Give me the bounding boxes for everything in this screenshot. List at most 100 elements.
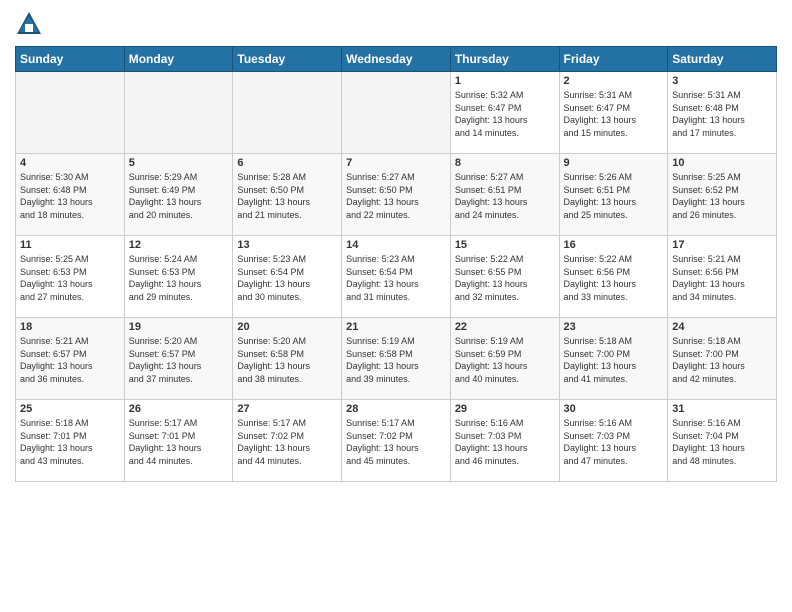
calendar-cell: 31Sunrise: 5:16 AM Sunset: 7:04 PM Dayli… [668,400,777,482]
calendar-cell: 11 Sunrise: 5:25 AM Sunset: 6:53 PM Dayli… [16,236,125,318]
calendar-cell: 20 Sunrise: 5:20 AM Sunset: 6:58 PM Dayli… [233,318,342,400]
calendar-cell: 8Sunrise: 5:27 AM Sunset: 6:51 PM Daylig… [450,154,559,236]
day-number: 27 [237,403,337,415]
day-info: Sunrise: 5:29 AM Sunset: 6:49 PM Dayligh… [129,171,229,221]
calendar-cell: 21Sunrise: 5:19 AM Sunset: 6:58 PM Dayli… [342,318,451,400]
calendar-cell: 5 Sunrise: 5:29 AM Sunset: 6:49 PM Daylig… [124,154,233,236]
weekday-header-sunday: Sunday [16,47,125,72]
day-info: Sunrise: 5:17 AM Sunset: 7:01 PM Dayligh… [129,417,229,467]
calendar-cell: 25 Sunrise: 5:18 AM Sunset: 7:01 PM Dayli… [16,400,125,482]
calendar-cell: 3Sunrise: 5:31 AM Sunset: 6:48 PM Daylig… [668,72,777,154]
weekday-header-friday: Friday [559,47,668,72]
day-info: Sunrise: 5:17 AM Sunset: 7:02 PM Dayligh… [346,417,446,467]
calendar-cell: 14 Sunrise: 5:23 AM Sunset: 6:54 PM Dayli… [342,236,451,318]
day-info: Sunrise: 5:19 AM Sunset: 6:58 PM Dayligh… [346,335,446,385]
day-info: Sunrise: 5:19 AM Sunset: 6:59 PM Dayligh… [455,335,555,385]
day-number: 25 [20,403,120,415]
calendar-cell: 6 Sunrise: 5:28 AM Sunset: 6:50 PM Daylig… [233,154,342,236]
day-number: 15 [455,239,555,251]
calendar-cell: 24 Sunrise: 5:18 AM Sunset: 7:00 PM Dayli… [668,318,777,400]
day-number: 4 [20,157,120,169]
day-info: Sunrise: 5:27 AM Sunset: 6:51 PM Dayligh… [455,171,555,221]
header [15,10,777,38]
calendar-cell: 30 Sunrise: 5:16 AM Sunset: 7:03 PM Dayli… [559,400,668,482]
weekday-header-thursday: Thursday [450,47,559,72]
day-info: Sunrise: 5:22 AM Sunset: 6:55 PM Dayligh… [455,253,555,303]
day-info: Sunrise: 5:31 AM Sunset: 6:48 PM Dayligh… [672,89,772,139]
day-info: Sunrise: 5:20 AM Sunset: 6:57 PM Dayligh… [129,335,229,385]
calendar-cell: 23 Sunrise: 5:18 AM Sunset: 7:00 PM Dayli… [559,318,668,400]
calendar-body: 1 Sunrise: 5:32 AM Sunset: 6:47 PM Daylig… [16,72,777,482]
day-number: 1 [455,75,555,87]
day-info: Sunrise: 5:28 AM Sunset: 6:50 PM Dayligh… [237,171,337,221]
calendar-week-2: 4 Sunrise: 5:30 AM Sunset: 6:48 PM Daylig… [16,154,777,236]
day-info: Sunrise: 5:18 AM Sunset: 7:00 PM Dayligh… [564,335,664,385]
day-info: Sunrise: 5:25 AM Sunset: 6:52 PM Dayligh… [672,171,772,221]
calendar-table: SundayMondayTuesdayWednesdayThursdayFrid… [15,46,777,482]
day-number: 17 [672,239,772,251]
calendar-cell: 13Sunrise: 5:23 AM Sunset: 6:54 PM Dayli… [233,236,342,318]
day-info: Sunrise: 5:30 AM Sunset: 6:48 PM Dayligh… [20,171,120,221]
day-number: 10 [672,157,772,169]
day-number: 18 [20,321,120,333]
day-number: 13 [237,239,337,251]
calendar-cell: 28 Sunrise: 5:17 AM Sunset: 7:02 PM Dayli… [342,400,451,482]
day-number: 11 [20,239,120,251]
day-number: 12 [129,239,229,251]
day-info: Sunrise: 5:16 AM Sunset: 7:03 PM Dayligh… [564,417,664,467]
day-number: 6 [237,157,337,169]
day-number: 9 [564,157,664,169]
calendar-cell: 19 Sunrise: 5:20 AM Sunset: 6:57 PM Dayli… [124,318,233,400]
day-info: Sunrise: 5:27 AM Sunset: 6:50 PM Dayligh… [346,171,446,221]
day-info: Sunrise: 5:17 AM Sunset: 7:02 PM Dayligh… [237,417,337,467]
day-number: 7 [346,157,446,169]
calendar-cell: 12 Sunrise: 5:24 AM Sunset: 6:53 PM Dayli… [124,236,233,318]
calendar-cell: 29 Sunrise: 5:16 AM Sunset: 7:03 PM Dayli… [450,400,559,482]
calendar-cell [16,72,125,154]
day-info: Sunrise: 5:16 AM Sunset: 7:03 PM Dayligh… [455,417,555,467]
day-info: Sunrise: 5:22 AM Sunset: 6:56 PM Dayligh… [564,253,664,303]
day-number: 28 [346,403,446,415]
calendar-header: SundayMondayTuesdayWednesdayThursdayFrid… [16,47,777,72]
day-info: Sunrise: 5:23 AM Sunset: 6:54 PM Dayligh… [346,253,446,303]
day-number: 23 [564,321,664,333]
calendar-cell: 26Sunrise: 5:17 AM Sunset: 7:01 PM Dayli… [124,400,233,482]
calendar-cell: 22 Sunrise: 5:19 AM Sunset: 6:59 PM Dayli… [450,318,559,400]
logo-icon [15,10,43,38]
weekday-header-tuesday: Tuesday [233,47,342,72]
calendar-cell: 16 Sunrise: 5:22 AM Sunset: 6:56 PM Dayli… [559,236,668,318]
calendar-cell: 4 Sunrise: 5:30 AM Sunset: 6:48 PM Daylig… [16,154,125,236]
calendar-cell: 1 Sunrise: 5:32 AM Sunset: 6:47 PM Daylig… [450,72,559,154]
calendar-week-5: 25 Sunrise: 5:18 AM Sunset: 7:01 PM Dayli… [16,400,777,482]
logo [15,10,46,38]
day-number: 16 [564,239,664,251]
calendar-cell: 9 Sunrise: 5:26 AM Sunset: 6:51 PM Daylig… [559,154,668,236]
calendar-cell [124,72,233,154]
calendar-cell [342,72,451,154]
day-info: Sunrise: 5:20 AM Sunset: 6:58 PM Dayligh… [237,335,337,385]
day-number: 29 [455,403,555,415]
day-info: Sunrise: 5:21 AM Sunset: 6:56 PM Dayligh… [672,253,772,303]
day-info: Sunrise: 5:25 AM Sunset: 6:53 PM Dayligh… [20,253,120,303]
calendar-cell: 7 Sunrise: 5:27 AM Sunset: 6:50 PM Daylig… [342,154,451,236]
day-info: Sunrise: 5:32 AM Sunset: 6:47 PM Dayligh… [455,89,555,139]
day-info: Sunrise: 5:31 AM Sunset: 6:47 PM Dayligh… [564,89,664,139]
weekday-row: SundayMondayTuesdayWednesdayThursdayFrid… [16,47,777,72]
day-number: 19 [129,321,229,333]
day-number: 22 [455,321,555,333]
day-number: 30 [564,403,664,415]
day-info: Sunrise: 5:18 AM Sunset: 7:01 PM Dayligh… [20,417,120,467]
calendar-week-4: 18Sunrise: 5:21 AM Sunset: 6:57 PM Dayli… [16,318,777,400]
day-number: 5 [129,157,229,169]
day-number: 14 [346,239,446,251]
calendar-cell: 18Sunrise: 5:21 AM Sunset: 6:57 PM Dayli… [16,318,125,400]
calendar-cell: 17 Sunrise: 5:21 AM Sunset: 6:56 PM Dayli… [668,236,777,318]
day-info: Sunrise: 5:24 AM Sunset: 6:53 PM Dayligh… [129,253,229,303]
calendar-week-1: 1 Sunrise: 5:32 AM Sunset: 6:47 PM Daylig… [16,72,777,154]
day-number: 20 [237,321,337,333]
day-number: 24 [672,321,772,333]
day-number: 31 [672,403,772,415]
day-info: Sunrise: 5:18 AM Sunset: 7:00 PM Dayligh… [672,335,772,385]
day-info: Sunrise: 5:26 AM Sunset: 6:51 PM Dayligh… [564,171,664,221]
calendar-cell: 27 Sunrise: 5:17 AM Sunset: 7:02 PM Dayli… [233,400,342,482]
